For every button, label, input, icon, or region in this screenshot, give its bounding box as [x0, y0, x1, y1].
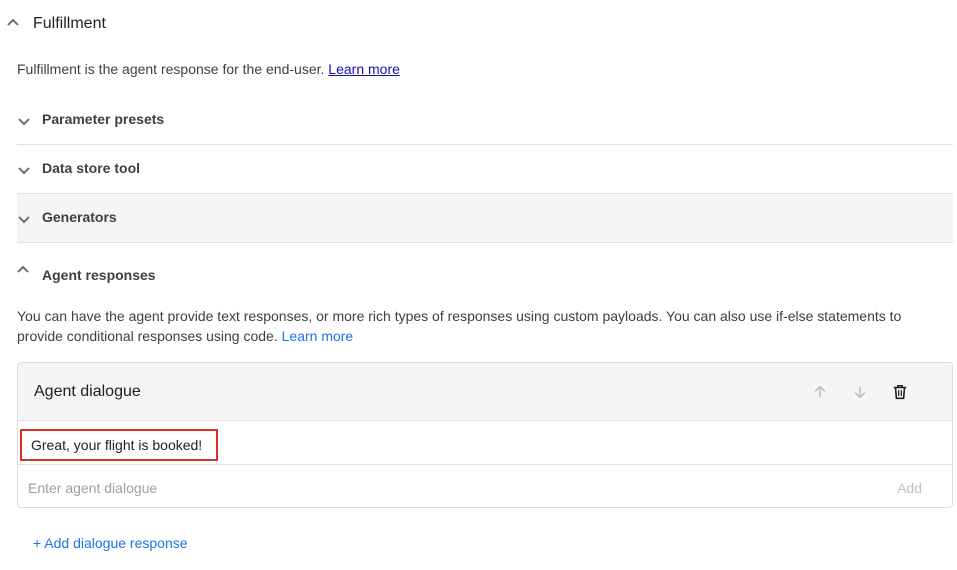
section-label: Data store tool — [42, 160, 141, 176]
agent-dialogue-response-row[interactable]: Great, your flight is booked! — [18, 421, 952, 465]
agent-dialogue-title: Agent dialogue — [34, 383, 141, 400]
chevron-up-icon — [17, 265, 29, 273]
agent-responses-description-text: You can have the agent provide text resp… — [17, 308, 902, 344]
arrow-down-icon — [854, 386, 866, 399]
agent-responses-description: You can have the agent provide text resp… — [17, 306, 947, 346]
fulfillment-description: Fulfillment is the agent response for th… — [17, 59, 400, 79]
chevron-down-icon — [17, 163, 31, 177]
section-data-store-tool[interactable]: Data store tool — [17, 145, 953, 194]
arrow-up-icon — [814, 385, 826, 398]
add-dialogue-response-link[interactable]: + Add dialogue response — [33, 535, 188, 551]
fulfillment-collapse-icon[interactable] — [6, 16, 20, 30]
trash-icon — [893, 384, 907, 400]
move-down-button[interactable] — [850, 382, 870, 402]
agent-responses-learn-more-link[interactable]: Learn more — [282, 328, 354, 344]
add-dialogue-button[interactable]: Add — [897, 480, 922, 496]
agent-responses-collapse-icon[interactable] — [16, 263, 30, 277]
agent-responses-title[interactable]: Agent responses — [42, 267, 156, 283]
section-label: Parameter presets — [42, 111, 165, 127]
section-generators[interactable]: Generators — [17, 194, 953, 243]
fulfillment-learn-more-link[interactable]: Learn more — [328, 61, 400, 77]
agent-dialogue-response-text[interactable]: Great, your flight is booked! — [20, 429, 218, 461]
agent-dialogue-header: Agent dialogue — [18, 363, 952, 421]
chevron-up-icon — [7, 18, 19, 26]
delete-button[interactable] — [890, 382, 910, 402]
chevron-down-icon — [17, 212, 31, 226]
agent-dialogue-card: Agent dialogue Great, your flight is boo… — [17, 362, 953, 508]
fulfillment-title[interactable]: Fulfillment — [33, 15, 106, 33]
fulfillment-description-text: Fulfillment is the agent response for th… — [17, 61, 325, 77]
section-parameter-presets[interactable]: Parameter presets — [17, 96, 953, 145]
section-label: Generators — [42, 209, 117, 225]
move-up-button[interactable] — [810, 382, 830, 402]
chevron-down-icon — [17, 114, 31, 128]
agent-dialogue-input[interactable] — [28, 475, 868, 501]
